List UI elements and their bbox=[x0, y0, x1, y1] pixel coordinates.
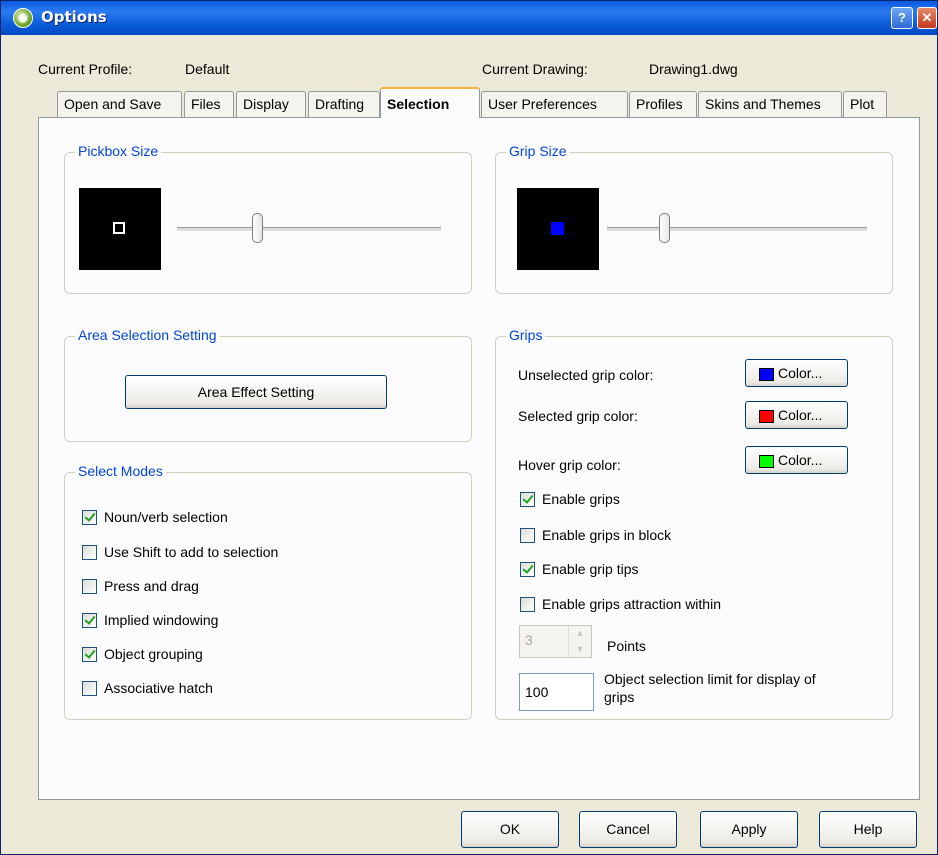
pickbox-size-title: Pickbox Size bbox=[75, 143, 162, 159]
current-drawing-value: Drawing1.dwg bbox=[649, 61, 738, 77]
enable-grips-label: Enable grips bbox=[542, 491, 620, 507]
noun-verb-selection-label: Noun/verb selection bbox=[104, 509, 228, 525]
hover-color-swatch bbox=[759, 455, 774, 468]
unselected-grip-color-label: Unselected grip color: bbox=[518, 367, 654, 383]
close-icon[interactable]: ✕ bbox=[917, 7, 937, 29]
title-bar[interactable]: ◉ Options ? ✕ bbox=[1, 1, 937, 35]
enable-grips-checkbox[interactable] bbox=[520, 492, 535, 507]
tab-open-and-save[interactable]: Open and Save bbox=[57, 91, 182, 117]
object-selection-limit-label-line1: Object selection limit for display of bbox=[604, 671, 816, 687]
grips-title: Grips bbox=[506, 327, 546, 343]
tab-selection[interactable]: Selection bbox=[380, 87, 480, 118]
cancel-button[interactable]: Cancel bbox=[579, 811, 677, 848]
noun-verb-selection-checkbox[interactable] bbox=[82, 510, 97, 525]
attraction-points-value: 3 bbox=[525, 632, 533, 648]
enable-grips-in-block-label: Enable grips in block bbox=[542, 527, 672, 543]
spin-down-icon[interactable]: ▼ bbox=[569, 642, 591, 657]
grip-size-preview bbox=[517, 188, 599, 270]
object-grouping-label: Object grouping bbox=[104, 646, 203, 662]
use-shift-label: Use Shift to add to selection bbox=[104, 544, 279, 560]
window-title: Options bbox=[41, 8, 107, 26]
apply-button[interactable]: Apply bbox=[700, 811, 798, 848]
tab-profiles[interactable]: Profiles bbox=[629, 91, 697, 117]
object-selection-limit-label-line2: grips bbox=[604, 689, 635, 705]
spin-up-icon[interactable]: ▲ bbox=[569, 626, 591, 641]
grip-size-slider-track[interactable] bbox=[607, 227, 867, 232]
pickbox-square-icon bbox=[113, 222, 125, 234]
implied-windowing-label: Implied windowing bbox=[104, 612, 219, 628]
unselected-color-button-label: Color... bbox=[778, 365, 823, 381]
implied-windowing-checkbox[interactable] bbox=[82, 613, 97, 628]
tab-drafting[interactable]: Drafting bbox=[308, 91, 380, 117]
object-selection-limit-input[interactable]: 100 bbox=[519, 673, 594, 711]
tab-user-preferences[interactable]: User Preferences bbox=[481, 91, 628, 117]
grip-size-title: Grip Size bbox=[506, 143, 570, 159]
select-modes-title: Select Modes bbox=[75, 463, 166, 479]
enable-grips-attraction-checkbox[interactable] bbox=[520, 597, 535, 612]
enable-grip-tips-checkbox[interactable] bbox=[520, 562, 535, 577]
associative-hatch-label: Associative hatch bbox=[104, 680, 213, 696]
attraction-points-spinner[interactable]: 3 ▲ ▼ bbox=[519, 625, 592, 658]
enable-grip-tips-label: Enable grip tips bbox=[542, 561, 639, 577]
selected-color-button-label: Color... bbox=[778, 407, 823, 423]
pickbox-slider-thumb[interactable] bbox=[252, 213, 263, 243]
selected-color-swatch bbox=[759, 410, 774, 423]
grip-size-group: Grip Size bbox=[495, 143, 893, 294]
selected-grip-color-label: Selected grip color: bbox=[518, 408, 638, 424]
unselected-grip-color-button[interactable]: Color... bbox=[745, 359, 848, 387]
help-title-button[interactable]: ? bbox=[891, 7, 913, 29]
current-profile-label: Current Profile: bbox=[38, 61, 133, 77]
pickbox-slider-track[interactable] bbox=[177, 227, 441, 232]
select-modes-group: Select Modes Noun/verb selection Use Shi… bbox=[64, 463, 472, 720]
associative-hatch-checkbox[interactable] bbox=[82, 681, 97, 696]
enable-grips-in-block-checkbox[interactable] bbox=[520, 528, 535, 543]
press-and-drag-label: Press and drag bbox=[104, 578, 199, 594]
area-selection-group: Area Selection Setting Area Effect Setti… bbox=[64, 327, 472, 442]
ok-button[interactable]: OK bbox=[461, 811, 559, 848]
grip-size-slider-thumb[interactable] bbox=[659, 213, 670, 243]
grips-group: Grips Unselected grip color: Color... Se… bbox=[495, 327, 893, 720]
pickbox-size-group: Pickbox Size bbox=[64, 143, 472, 294]
current-drawing-label: Current Drawing: bbox=[482, 61, 588, 77]
help-button[interactable]: Help bbox=[819, 811, 917, 848]
selected-grip-color-button[interactable]: Color... bbox=[745, 401, 848, 429]
press-and-drag-checkbox[interactable] bbox=[82, 579, 97, 594]
object-grouping-checkbox[interactable] bbox=[82, 647, 97, 662]
selection-panel: Pickbox Size Grip Size Area Selection Se… bbox=[38, 117, 920, 800]
tab-plot[interactable]: Plot bbox=[843, 91, 887, 117]
unselected-color-swatch bbox=[759, 368, 774, 381]
hover-grip-color-button[interactable]: Color... bbox=[745, 446, 848, 474]
area-selection-title: Area Selection Setting bbox=[75, 327, 220, 343]
points-label: Points bbox=[607, 638, 646, 654]
area-effect-setting-button[interactable]: Area Effect Setting bbox=[125, 375, 387, 409]
grip-square-icon bbox=[551, 222, 564, 235]
enable-grips-attraction-label: Enable grips attraction within bbox=[542, 596, 721, 612]
app-logo-icon: ◉ bbox=[13, 8, 33, 28]
hover-grip-color-label: Hover grip color: bbox=[518, 457, 621, 473]
use-shift-checkbox[interactable] bbox=[82, 545, 97, 560]
current-profile-value: Default bbox=[185, 61, 230, 77]
tab-files[interactable]: Files bbox=[184, 91, 234, 117]
options-dialog: ◉ Options ? ✕ Current Profile: Default C… bbox=[0, 0, 938, 855]
tab-skins-and-themes[interactable]: Skins and Themes bbox=[698, 91, 842, 117]
tab-display[interactable]: Display bbox=[236, 91, 306, 117]
spinner-arrows: ▲ ▼ bbox=[568, 626, 591, 657]
hover-color-button-label: Color... bbox=[778, 452, 823, 468]
pickbox-preview bbox=[79, 188, 161, 270]
